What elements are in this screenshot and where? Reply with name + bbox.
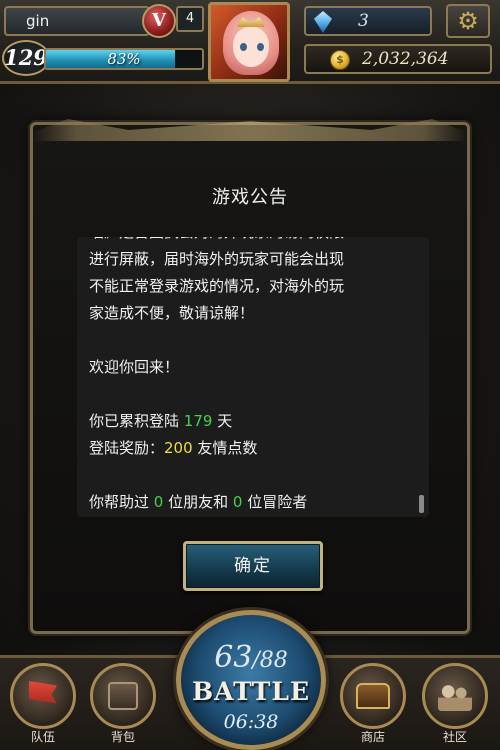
gold-count: 2,032,364: [362, 49, 449, 69]
login-days-line: 你已累积登陆 179 天: [89, 408, 419, 435]
gem-icon: [314, 11, 332, 33]
reward-points-value: 200: [164, 439, 193, 457]
help-prefix: 你帮助过: [89, 493, 154, 511]
player-level: 129: [2, 40, 50, 76]
exp-percent: 83%: [107, 50, 141, 68]
help-suffix: 位冒险者: [242, 493, 308, 511]
coin-icon: $: [330, 50, 350, 70]
notice-line: 唱》是否因执会对海外玩家的访问权限: [89, 237, 419, 246]
notice-scrollbar[interactable]: [419, 495, 424, 513]
rank-number: 4: [176, 6, 204, 32]
login-days-prefix: 你已累积登陆: [89, 412, 184, 430]
top-hud: gin V 4 129 83% 3 ⚙ $ 2,032,364: [0, 0, 500, 84]
login-reward-line: 登陆奖励：200 友情点数: [89, 435, 419, 462]
notice-scroll-area[interactable]: 唱》是否因执会对海外玩家的访问权限 进行屏蔽，届时海外的玩家可能会出现 不能正常…: [77, 237, 429, 517]
battle-label: BATTLE: [191, 677, 311, 706]
dialog-title: 游戏公告: [212, 187, 288, 208]
help-mid: 位朋友和: [163, 493, 233, 511]
reward-prefix: 登陆奖励：: [89, 439, 165, 457]
nav-team-label: 队伍: [30, 730, 55, 744]
player-avatar[interactable]: [208, 2, 290, 82]
help-friends-value: 0: [153, 493, 164, 511]
gem-counter[interactable]: 3: [304, 6, 432, 36]
exp-bar: 83%: [44, 48, 204, 70]
avatar-eye: [257, 43, 264, 51]
nav-shop-label: 商店: [360, 730, 385, 744]
login-days-suffix: 天: [212, 412, 233, 430]
rank-badge-icon[interactable]: V: [142, 4, 176, 38]
stamina-max: /88: [252, 648, 288, 673]
bag-icon: [90, 663, 156, 729]
notice-line: 家造成不便，敬请谅解！: [89, 304, 255, 322]
login-days-value: 179: [183, 412, 213, 430]
nav-community-button[interactable]: 社区: [422, 663, 488, 749]
confirm-button[interactable]: 确定: [183, 541, 323, 591]
battle-button[interactable]: 63/88 BATTLE 06:38: [176, 610, 326, 750]
nav-shop-button[interactable]: 商店: [340, 663, 406, 749]
nav-bag-button[interactable]: 背包: [90, 663, 156, 749]
notice-text: 唱》是否因执会对海外玩家的访问权限 进行屏蔽，届时海外的玩家可能会出现 不能正常…: [89, 237, 419, 516]
reward-suffix: 友情点数: [192, 439, 258, 457]
flag-icon: [10, 663, 76, 729]
settings-gear-icon[interactable]: ⚙: [446, 4, 490, 38]
nav-community-label: 社区: [442, 730, 467, 744]
treasure-chest-icon: [340, 663, 406, 729]
notice-line: 进行屏蔽，届时海外的玩家可能会出现: [89, 250, 345, 268]
notice-line: 不能正常登录游戏的情况，对海外的玩: [89, 277, 345, 295]
help-adventurers-value: 0: [232, 493, 243, 511]
people-icon: [422, 663, 488, 729]
gem-count: 3: [358, 11, 369, 31]
gold-counter[interactable]: $ 2,032,364: [304, 44, 492, 74]
welcome-line: 欢迎你回来！: [89, 358, 180, 376]
avatar-eye: [240, 43, 247, 51]
nav-team-button[interactable]: 队伍: [10, 663, 76, 749]
nav-bag-label: 背包: [110, 730, 135, 744]
stamina-current: 63: [214, 640, 253, 675]
player-name[interactable]: gin: [4, 6, 150, 36]
stamina-timer: 06:38: [223, 711, 279, 733]
help-stats-line: 你帮助过 0 位朋友和 0 位冒险者: [89, 489, 419, 516]
stamina-display: 63/88: [181, 641, 321, 678]
notice-dialog: 游戏公告 唱》是否因执会对海外玩家的访问权限 进行屏蔽，届时海外的玩家可能会出现…: [30, 119, 470, 634]
dialog-ornament: [33, 119, 467, 141]
